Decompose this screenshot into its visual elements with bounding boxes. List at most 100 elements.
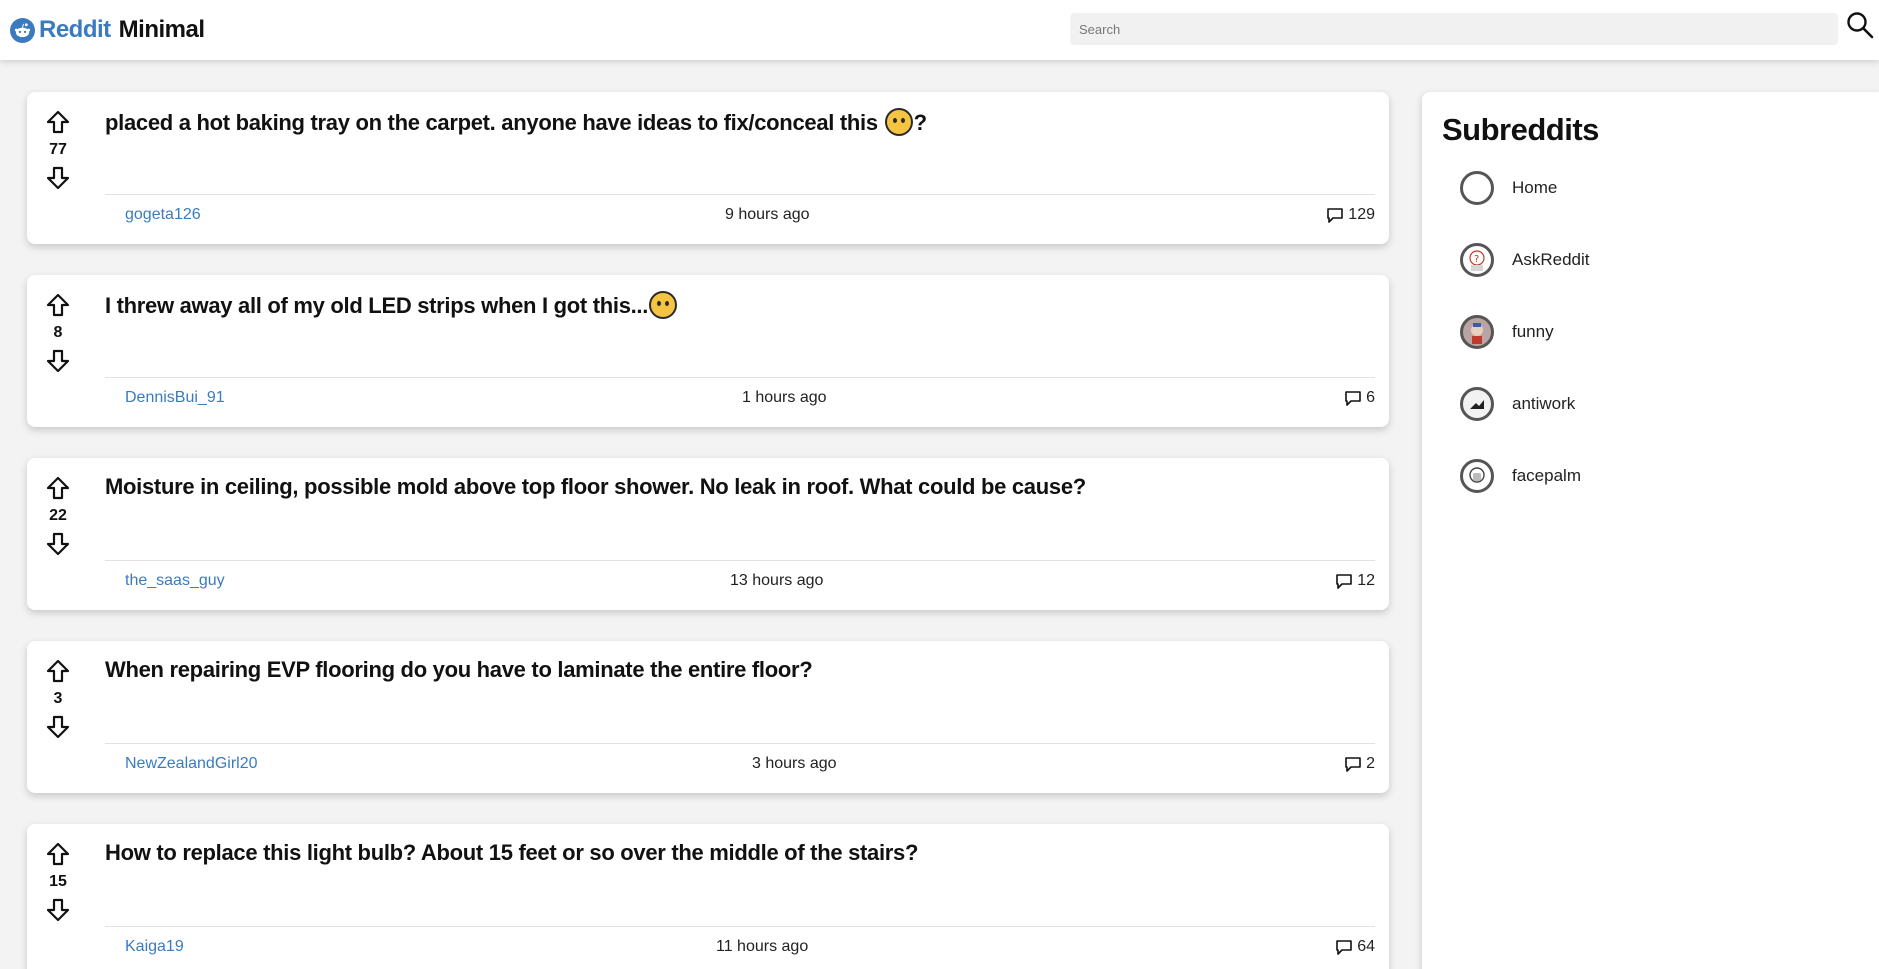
upvote-button[interactable] xyxy=(45,109,71,135)
brand-name-primary: Reddit xyxy=(39,16,111,43)
arrow-down-icon xyxy=(46,166,70,190)
subreddit-label: funny xyxy=(1512,322,1554,341)
post-title[interactable]: I threw away all of my old LED strips wh… xyxy=(105,291,1369,319)
arrow-down-icon xyxy=(46,898,70,922)
post-footer: Kaiga19 11 hours ago 64 xyxy=(105,928,1375,968)
post-footer: DennisBui_91 1 hours ago 6 xyxy=(105,379,1375,419)
subreddit-label: facepalm xyxy=(1512,466,1581,485)
funny-avatar-icon xyxy=(1460,315,1494,349)
post-title-text: placed a hot baking tray on the carpet. … xyxy=(105,110,884,135)
search-icon xyxy=(1846,11,1874,44)
arrow-up-icon xyxy=(46,476,70,500)
post-card: 8 I threw away all of my old LED strips … xyxy=(27,275,1389,427)
antiwork-avatar-icon xyxy=(1460,387,1494,421)
upvote-button[interactable] xyxy=(45,292,71,318)
subreddit-item-facepalm[interactable]: facepalm xyxy=(1460,456,1840,496)
svg-text:?: ? xyxy=(1474,254,1479,265)
comment-bubble-icon xyxy=(1327,208,1344,223)
vote-column: 8 xyxy=(45,292,71,374)
comments-link[interactable]: 12 xyxy=(1335,572,1375,590)
post-footer: the_saas_guy 13 hours ago 12 xyxy=(105,562,1375,602)
post-divider xyxy=(105,377,1375,378)
comments-link[interactable]: 64 xyxy=(1335,938,1375,956)
post-title-text: Moisture in ceiling, possible mold above… xyxy=(105,474,1086,499)
subreddit-item-funny[interactable]: funny xyxy=(1460,312,1840,352)
top-header: Reddit Minimal xyxy=(0,0,1879,60)
comment-count: 6 xyxy=(1366,389,1375,406)
search-button[interactable] xyxy=(1845,11,1875,44)
upvote-button[interactable] xyxy=(45,841,71,867)
arrow-up-icon xyxy=(46,110,70,134)
arrow-up-icon xyxy=(46,842,70,866)
post-author-link[interactable]: gogeta126 xyxy=(125,206,201,224)
askreddit-avatar-icon: ? xyxy=(1460,243,1494,277)
post-title-text: When repairing EVP flooring do you have … xyxy=(105,657,813,682)
comment-bubble-icon xyxy=(1336,940,1353,955)
comment-count: 64 xyxy=(1357,938,1375,955)
comment-bubble-icon xyxy=(1336,574,1353,589)
vote-column: 22 xyxy=(45,475,71,557)
subreddit-item-antiwork[interactable]: antiwork xyxy=(1460,384,1840,424)
post-timestamp: 9 hours ago xyxy=(725,206,810,223)
upvote-button[interactable] xyxy=(45,658,71,684)
vote-column: 15 xyxy=(45,841,71,923)
subreddit-item-askreddit[interactable]: ? AskReddit xyxy=(1460,240,1840,280)
arrow-down-icon xyxy=(46,349,70,373)
comment-bubble-icon xyxy=(1345,391,1361,406)
arrow-up-icon xyxy=(46,659,70,683)
comments-link[interactable]: 129 xyxy=(1326,206,1375,224)
subreddit-label: antiwork xyxy=(1512,394,1576,413)
post-timestamp: 11 hours ago xyxy=(716,938,809,955)
search-input[interactable] xyxy=(1070,13,1838,45)
subreddit-label: Home xyxy=(1512,178,1558,197)
downvote-button[interactable] xyxy=(45,897,71,923)
downvote-button[interactable] xyxy=(45,348,71,374)
post-timestamp: 1 hours ago xyxy=(742,389,827,406)
vote-score: 22 xyxy=(49,507,67,524)
downvote-button[interactable] xyxy=(45,714,71,740)
post-title[interactable]: Moisture in ceiling, possible mold above… xyxy=(105,474,1369,500)
post-title-text: How to replace this light bulb? About 15… xyxy=(105,840,919,865)
reddit-alien-icon xyxy=(10,17,35,43)
vote-column: 77 xyxy=(45,109,71,191)
subreddit-item-home[interactable]: Home xyxy=(1460,168,1840,208)
post-title[interactable]: When repairing EVP flooring do you have … xyxy=(105,657,1369,683)
post-timestamp: 3 hours ago xyxy=(752,755,837,772)
arrow-down-icon xyxy=(46,715,70,739)
downvote-button[interactable] xyxy=(45,531,71,557)
post-footer: gogeta126 9 hours ago 129 xyxy=(105,196,1375,236)
downvote-button[interactable] xyxy=(45,165,71,191)
post-author-link[interactable]: DennisBui_91 xyxy=(125,389,225,407)
post-card: 15 How to replace this light bulb? About… xyxy=(27,824,1389,969)
upvote-button[interactable] xyxy=(45,475,71,501)
post-timestamp: 13 hours ago xyxy=(730,572,824,589)
comment-count: 2 xyxy=(1366,755,1375,772)
vote-score: 8 xyxy=(53,324,63,341)
post-author-link[interactable]: the_saas_guy xyxy=(125,572,225,590)
post-divider xyxy=(105,743,1375,744)
vote-score: 15 xyxy=(49,873,67,890)
sidebar-title: Subreddits xyxy=(1442,112,1599,147)
post-card: 22 Moisture in ceiling, possible mold ab… xyxy=(27,458,1389,610)
comments-link[interactable]: 2 xyxy=(1344,755,1375,773)
arrow-up-icon xyxy=(46,293,70,317)
arrow-down-icon xyxy=(46,532,70,556)
subreddits-sidebar: Subreddits Home ? AskReddit funny antiwo… xyxy=(1422,92,1879,969)
flushed-face-emoji-icon xyxy=(649,291,678,319)
post-title-suffix: ? xyxy=(913,110,927,135)
comment-bubble-icon xyxy=(1345,757,1361,772)
post-footer: NewZealandGirl20 3 hours ago 2 xyxy=(105,745,1375,785)
laughing-tears-emoji-icon xyxy=(884,108,913,136)
post-title[interactable]: How to replace this light bulb? About 15… xyxy=(105,840,1369,866)
post-divider xyxy=(105,926,1375,927)
brand-logo-link[interactable]: Reddit Minimal xyxy=(10,14,205,46)
subreddit-label: AskReddit xyxy=(1512,250,1590,269)
post-title-text: I threw away all of my old LED strips wh… xyxy=(105,293,649,318)
comments-link[interactable]: 6 xyxy=(1344,389,1375,407)
facepalm-avatar-icon xyxy=(1460,459,1494,493)
post-author-link[interactable]: Kaiga19 xyxy=(125,938,184,956)
comment-count: 12 xyxy=(1357,572,1375,589)
post-author-link[interactable]: NewZealandGirl20 xyxy=(125,755,258,773)
post-title[interactable]: placed a hot baking tray on the carpet. … xyxy=(105,108,1369,136)
post-card: 3 When repairing EVP flooring do you hav… xyxy=(27,641,1389,793)
